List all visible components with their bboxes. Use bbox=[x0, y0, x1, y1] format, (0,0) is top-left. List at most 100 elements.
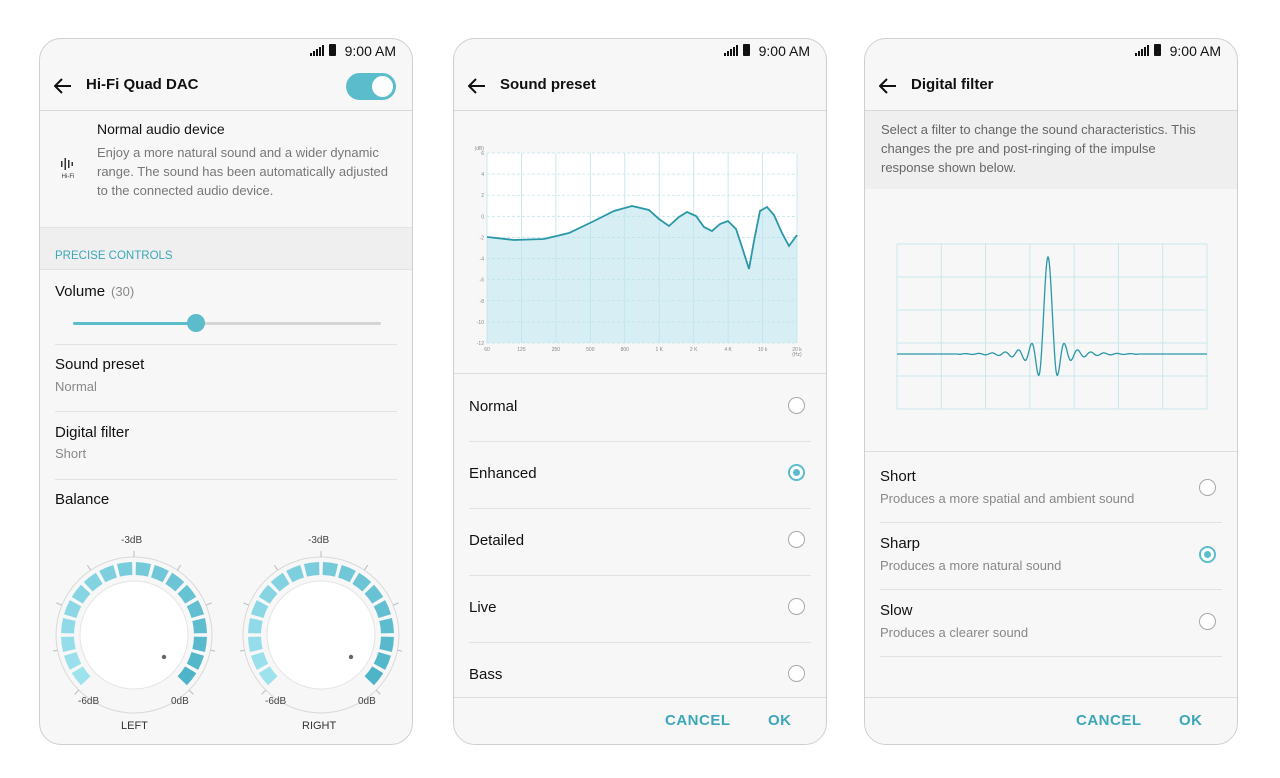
knob-segment bbox=[373, 600, 391, 618]
volume-slider[interactable] bbox=[73, 314, 381, 332]
knob-segment bbox=[186, 600, 204, 618]
radio-button[interactable] bbox=[1199, 546, 1216, 563]
knob-tick bbox=[375, 689, 381, 695]
app-bar: Digital filter bbox=[865, 63, 1237, 111]
back-arrow-icon[interactable] bbox=[54, 77, 72, 95]
knob-tick bbox=[205, 602, 212, 606]
filter-intro: Select a filter to change the sound char… bbox=[865, 111, 1237, 189]
radio-button[interactable] bbox=[788, 531, 805, 548]
eq-x-tick: 800 bbox=[621, 347, 630, 353]
digital-filter-screen: 9:00 AM Digital filter Select a filter t… bbox=[864, 38, 1238, 745]
knob-segment bbox=[61, 636, 76, 653]
knob-tick bbox=[86, 564, 92, 571]
eq-y-tick: -4 bbox=[480, 257, 485, 263]
knob-segment bbox=[258, 666, 278, 686]
filter-option-desc: Produces a clearer sound bbox=[880, 625, 1029, 640]
filter-option-title: Slow bbox=[880, 602, 913, 619]
toggle-knob bbox=[372, 76, 393, 97]
section-label: PRECISE CONTROLS bbox=[55, 250, 173, 262]
preset-option-detailed[interactable]: Detailed bbox=[469, 508, 811, 576]
knob-indicator bbox=[161, 654, 167, 660]
device-title: Normal audio device bbox=[97, 121, 225, 137]
ok-button[interactable]: OK bbox=[1179, 712, 1203, 729]
radio-button[interactable] bbox=[788, 397, 805, 414]
ok-button[interactable]: OK bbox=[768, 712, 792, 729]
status-bar: 9:00 AM bbox=[865, 39, 1237, 63]
eq-x-tick: 10 k bbox=[758, 347, 768, 353]
filter-option-short[interactable]: Short Produces a more spatial and ambient… bbox=[880, 455, 1222, 523]
preset-option-label: Normal bbox=[469, 398, 518, 415]
knob-tick bbox=[210, 649, 217, 652]
knob-tick bbox=[397, 649, 404, 652]
radio-button[interactable] bbox=[788, 598, 805, 615]
radio-button[interactable] bbox=[1199, 613, 1216, 630]
section-header: PRECISE CONTROLS bbox=[40, 227, 412, 270]
device-info: Hi-Fi Normal audio device Enjoy a more n… bbox=[40, 111, 412, 227]
knob-tick bbox=[56, 602, 63, 606]
knob-segment bbox=[186, 652, 204, 670]
radio-button[interactable] bbox=[1199, 479, 1216, 496]
eq-y-tick: 0 bbox=[481, 214, 484, 220]
filter-option-title: Short bbox=[880, 468, 916, 485]
knob-segment bbox=[379, 636, 394, 653]
knob-segment bbox=[251, 600, 269, 618]
app-bar: Hi-Fi Quad DAC bbox=[40, 63, 412, 111]
battery-icon bbox=[1154, 44, 1161, 56]
hifi-dac-toggle[interactable] bbox=[346, 73, 396, 100]
filter-option-sharp[interactable]: Sharp Produces a more natural sound bbox=[880, 522, 1222, 590]
filter-intro-text: Select a filter to change the sound char… bbox=[881, 122, 1196, 175]
impulse-curve bbox=[897, 255, 1207, 377]
status-time: 9:00 AM bbox=[758, 43, 810, 59]
knob-segment bbox=[379, 617, 394, 634]
device-description: Enjoy a more natural sound and a wider d… bbox=[97, 145, 389, 198]
back-arrow-icon[interactable] bbox=[468, 77, 486, 95]
preset-option-normal[interactable]: Normal bbox=[469, 374, 811, 442]
status-bar: 9:00 AM bbox=[40, 39, 412, 63]
battery-icon bbox=[743, 44, 750, 56]
impulse-response-chart bbox=[865, 189, 1237, 452]
knob-segment bbox=[192, 636, 207, 653]
eq-y-tick: -2 bbox=[480, 235, 485, 241]
eq-y-tick: -8 bbox=[480, 299, 485, 305]
preset-option-label: Bass bbox=[469, 666, 503, 683]
dialog-actions: CANCEL OK bbox=[865, 697, 1237, 744]
preset-option-live[interactable]: Live bbox=[469, 575, 811, 643]
sound-preset-label[interactable]: Sound preset bbox=[55, 356, 144, 373]
divider bbox=[55, 344, 397, 345]
radio-button[interactable] bbox=[788, 665, 805, 682]
impulse-response-svg bbox=[896, 243, 1208, 410]
preset-option-enhanced[interactable]: Enhanced bbox=[469, 441, 811, 509]
dialog-actions: CANCEL OK bbox=[454, 697, 826, 744]
knob-left-min-label: -6dB bbox=[78, 696, 100, 707]
knob-right-min-label: -6dB bbox=[265, 696, 287, 707]
balance-knob-right[interactable]: -3dB -6dB 0dB RIGHT bbox=[238, 529, 404, 732]
eq-curve-chart: 6 4 2 0 -2 -4 -6 -8 -10 -12 (dB) 60 125 250 500 800 1 K2… bbox=[454, 111, 826, 374]
knob-left-caption: LEFT bbox=[121, 720, 148, 732]
knob-segment bbox=[177, 666, 197, 686]
eq-x-tick: 500 bbox=[586, 347, 595, 353]
knob-tick bbox=[243, 602, 250, 606]
knob-tick bbox=[261, 689, 267, 695]
digital-filter-label[interactable]: Digital filter bbox=[55, 424, 129, 441]
cancel-button[interactable]: CANCEL bbox=[665, 712, 731, 729]
radio-button[interactable] bbox=[788, 464, 805, 481]
eq-curve-svg: 6420-2-4-6-8-10-12(dB)60 125 250 500 800 1 K2… bbox=[475, 146, 803, 358]
knob-segment bbox=[270, 572, 290, 592]
eq-y-tick: -10 bbox=[477, 320, 484, 326]
divider bbox=[55, 479, 397, 480]
knob-segment bbox=[192, 617, 207, 634]
volume-label-text: Volume bbox=[55, 283, 106, 300]
signal-icon bbox=[310, 45, 324, 56]
back-arrow-icon[interactable] bbox=[879, 77, 897, 95]
cancel-button[interactable]: CANCEL bbox=[1076, 712, 1142, 729]
knob-segment bbox=[251, 652, 269, 670]
filter-option-desc: Produces a more spatial and ambient soun… bbox=[880, 491, 1135, 506]
volume-slider-fill bbox=[73, 322, 197, 325]
preset-option-label: Live bbox=[469, 599, 497, 616]
knob-segment bbox=[135, 562, 152, 577]
preset-option-label: Enhanced bbox=[469, 465, 537, 482]
balance-knob-left[interactable]: -3dB -6dB 0dB LEFT bbox=[51, 529, 217, 732]
filter-option-slow[interactable]: Slow Produces a clearer sound bbox=[880, 589, 1222, 657]
volume-slider-thumb[interactable] bbox=[187, 314, 206, 332]
volume-label: Volume (30) bbox=[55, 283, 134, 300]
